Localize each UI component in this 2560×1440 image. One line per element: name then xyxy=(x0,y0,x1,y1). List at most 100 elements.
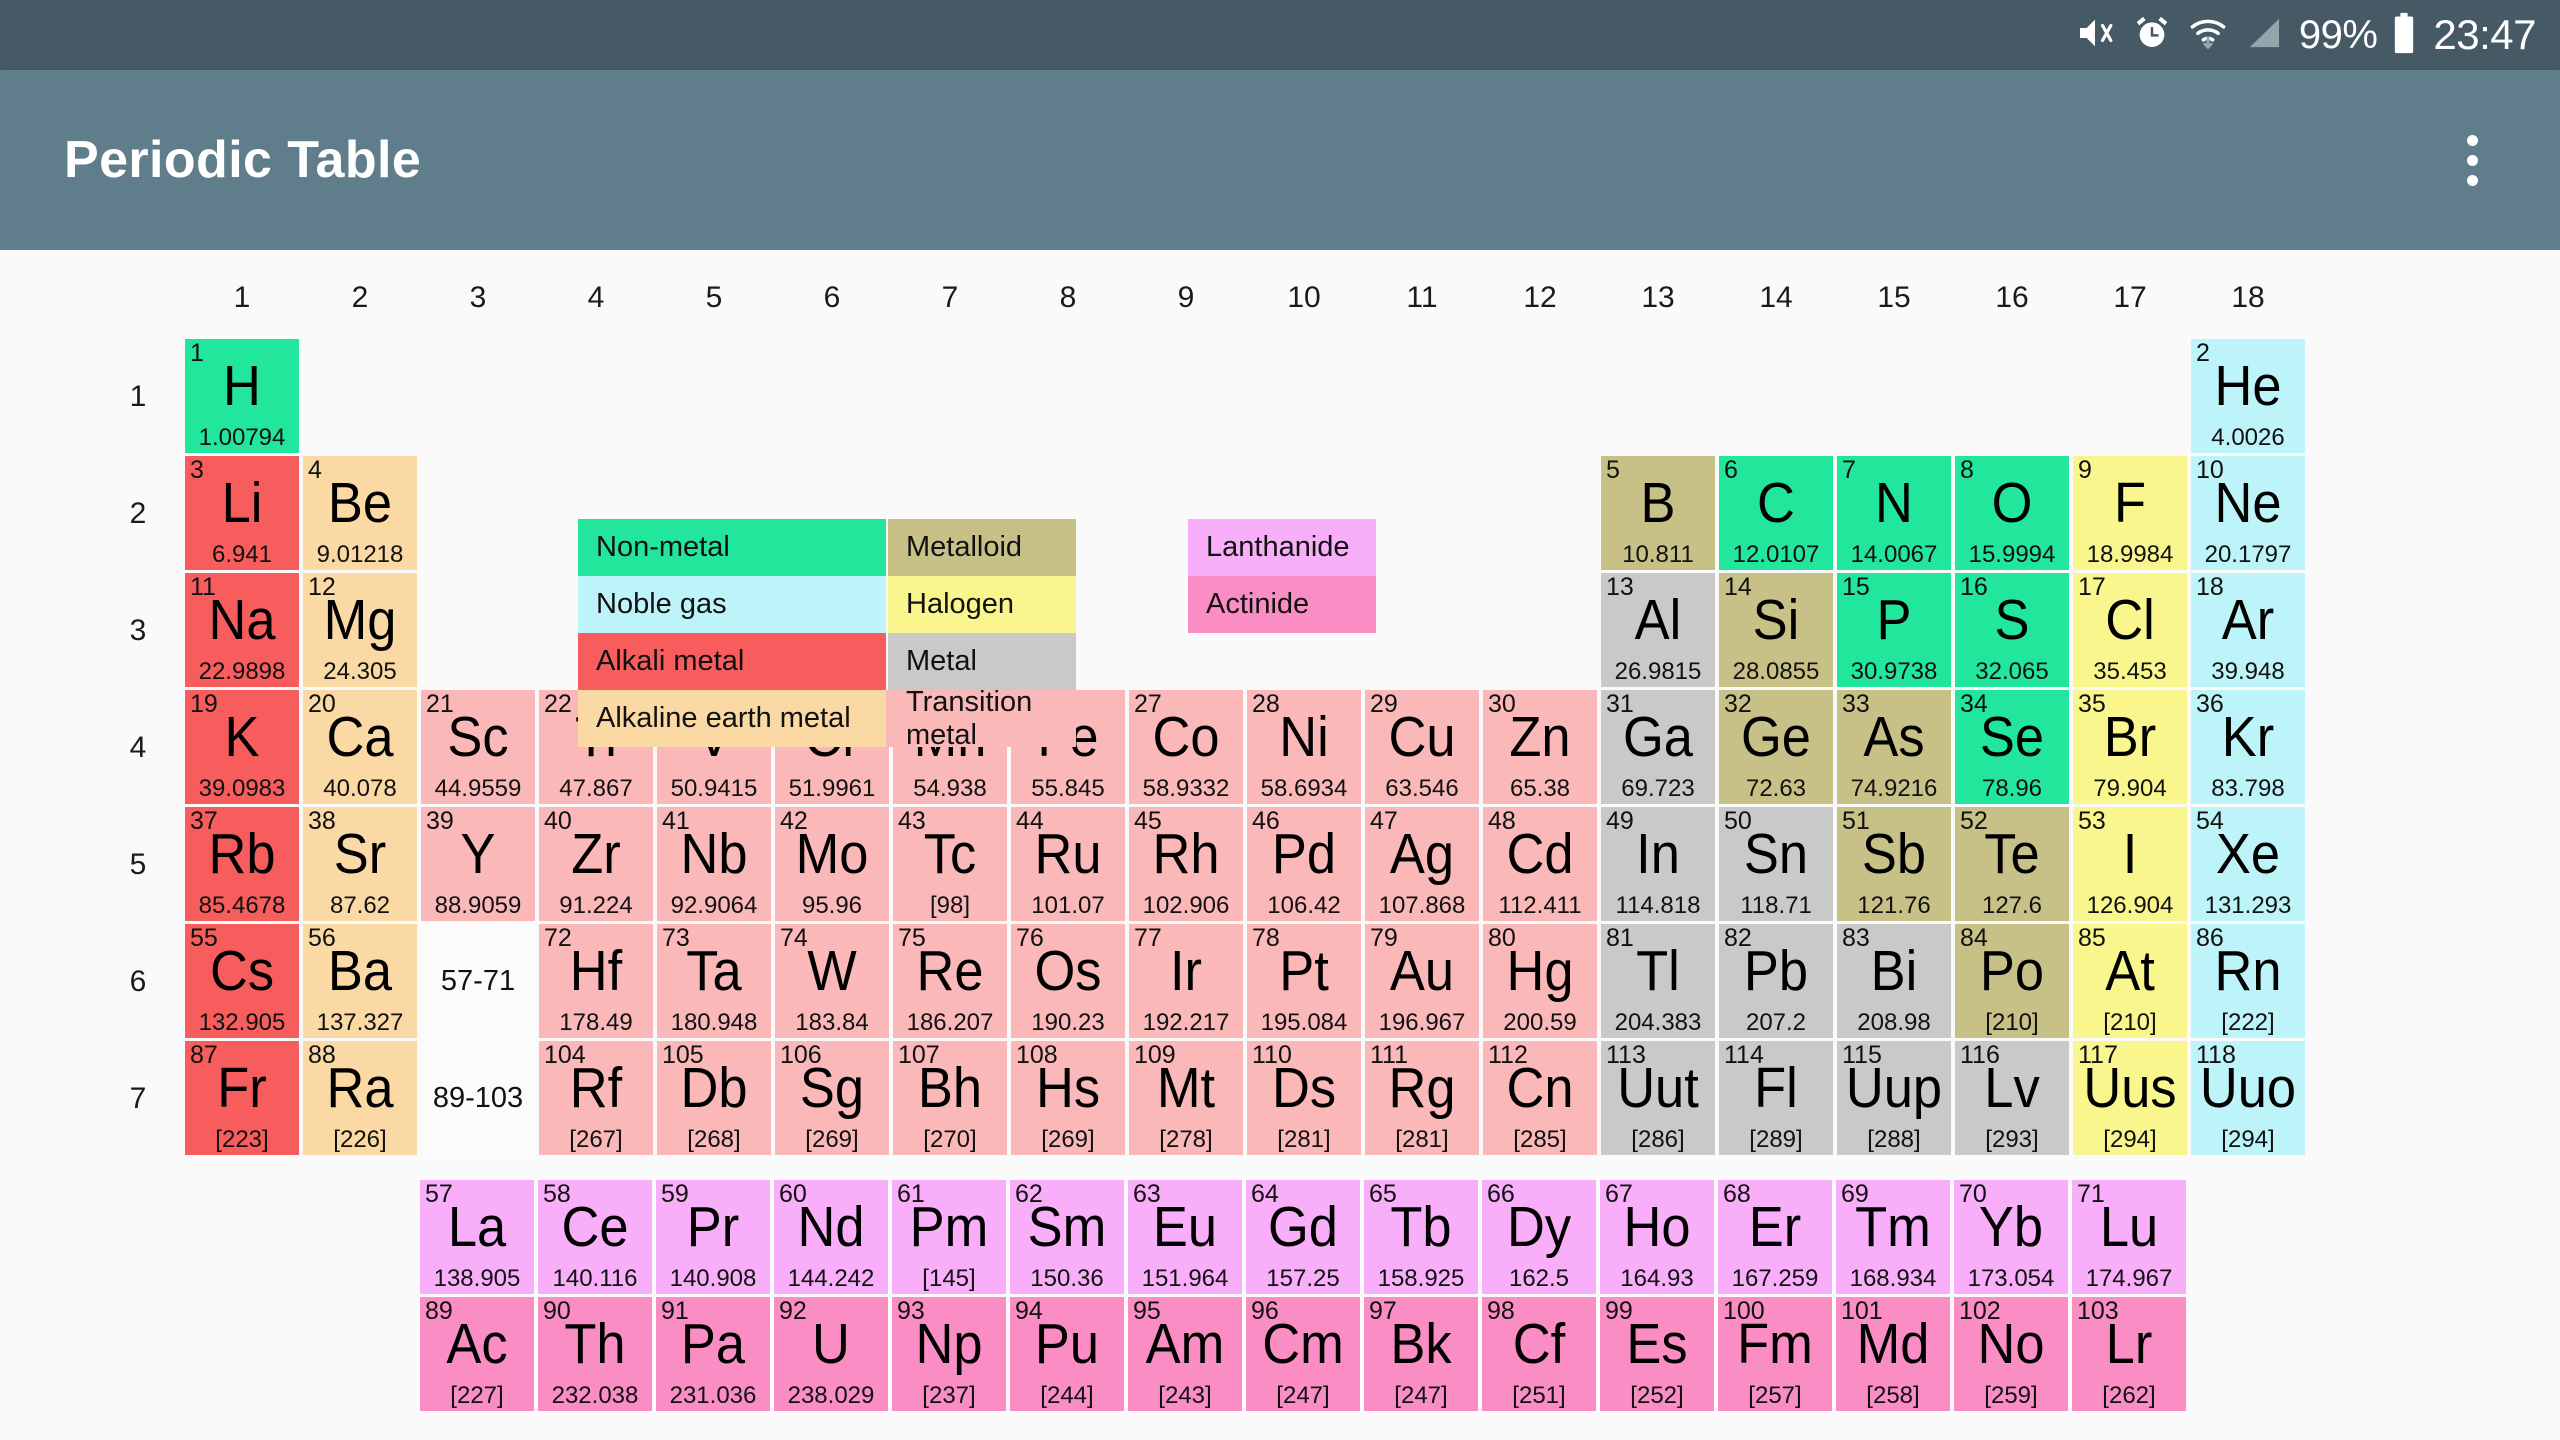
element-cell-i[interactable]: 53I126.904 xyxy=(2073,807,2187,921)
element-cell-sg[interactable]: 106Sg[269] xyxy=(775,1041,889,1155)
actinide-range-placeholder[interactable]: 89-103 xyxy=(421,1041,535,1155)
element-cell-h[interactable]: 1H1.00794 xyxy=(185,339,299,453)
element-cell-ba[interactable]: 56Ba137.327 xyxy=(303,924,417,1038)
legend-item-alkaline-earth-metal[interactable]: Alkaline earth metal xyxy=(578,690,886,747)
element-cell-lr[interactable]: 103Lr[262] xyxy=(2072,1297,2186,1411)
element-cell-pm[interactable]: 61Pm[145] xyxy=(892,1180,1006,1294)
element-cell-hg[interactable]: 80Hg200.59 xyxy=(1483,924,1597,1038)
element-cell-bh[interactable]: 107Bh[270] xyxy=(893,1041,1007,1155)
element-cell-xe[interactable]: 54Xe131.293 xyxy=(2191,807,2305,921)
element-cell-os[interactable]: 76Os190.23 xyxy=(1011,924,1125,1038)
element-cell-fm[interactable]: 100Fm[257] xyxy=(1718,1297,1832,1411)
element-cell-f[interactable]: 9F18.9984 xyxy=(2073,456,2187,570)
element-cell-uup[interactable]: 115Uup[288] xyxy=(1837,1041,1951,1155)
element-cell-ra[interactable]: 88Ra[226] xyxy=(303,1041,417,1155)
element-cell-uus[interactable]: 117Uus[294] xyxy=(2073,1041,2187,1155)
element-cell-pu[interactable]: 94Pu[244] xyxy=(1010,1297,1124,1411)
element-cell-fr[interactable]: 87Fr[223] xyxy=(185,1041,299,1155)
element-cell-lv[interactable]: 116Lv[293] xyxy=(1955,1041,2069,1155)
element-cell-k[interactable]: 19K39.0983 xyxy=(185,690,299,804)
element-cell-cs[interactable]: 55Cs132.905 xyxy=(185,924,299,1038)
element-cell-ta[interactable]: 73Ta180.948 xyxy=(657,924,771,1038)
element-cell-as[interactable]: 33As74.9216 xyxy=(1837,690,1951,804)
element-cell-rn[interactable]: 86Rn[222] xyxy=(2191,924,2305,1038)
element-cell-cm[interactable]: 96Cm[247] xyxy=(1246,1297,1360,1411)
element-cell-tb[interactable]: 65Tb158.925 xyxy=(1364,1180,1478,1294)
element-cell-au[interactable]: 79Au196.967 xyxy=(1365,924,1479,1038)
element-cell-at[interactable]: 85At[210] xyxy=(2073,924,2187,1038)
element-cell-ag[interactable]: 47Ag107.868 xyxy=(1365,807,1479,921)
element-cell-po[interactable]: 84Po[210] xyxy=(1955,924,2069,1038)
element-cell-ge[interactable]: 32Ge72.63 xyxy=(1719,690,1833,804)
legend-item-metal[interactable]: Metal xyxy=(888,633,1076,690)
element-cell-mg[interactable]: 12Mg24.305 xyxy=(303,573,417,687)
element-cell-co[interactable]: 27Co58.9332 xyxy=(1129,690,1243,804)
element-cell-ce[interactable]: 58Ce140.116 xyxy=(538,1180,652,1294)
element-cell-p[interactable]: 15P30.9738 xyxy=(1837,573,1951,687)
element-cell-cn[interactable]: 112Cn[285] xyxy=(1483,1041,1597,1155)
legend-item-transition-metal[interactable]: Transition metal xyxy=(888,690,1076,747)
element-cell-ne[interactable]: 10Ne20.1797 xyxy=(2191,456,2305,570)
element-cell-hf[interactable]: 72Hf178.49 xyxy=(539,924,653,1038)
element-cell-np[interactable]: 93Np[237] xyxy=(892,1297,1006,1411)
legend-item-metalloid[interactable]: Metalloid xyxy=(888,519,1076,576)
element-cell-he[interactable]: 2He4.0026 xyxy=(2191,339,2305,453)
element-cell-n[interactable]: 7N14.0067 xyxy=(1837,456,1951,570)
element-cell-ds[interactable]: 110Ds[281] xyxy=(1247,1041,1361,1155)
element-cell-fl[interactable]: 114Fl[289] xyxy=(1719,1041,1833,1155)
element-cell-c[interactable]: 6C12.0107 xyxy=(1719,456,1833,570)
element-cell-zr[interactable]: 40Zr91.224 xyxy=(539,807,653,921)
element-cell-ar[interactable]: 18Ar39.948 xyxy=(2191,573,2305,687)
element-cell-ru[interactable]: 44Ru101.07 xyxy=(1011,807,1125,921)
element-cell-am[interactable]: 95Am[243] xyxy=(1128,1297,1242,1411)
element-cell-in[interactable]: 49In114.818 xyxy=(1601,807,1715,921)
element-cell-y[interactable]: 39Y88.9059 xyxy=(421,807,535,921)
element-cell-nb[interactable]: 41Nb92.9064 xyxy=(657,807,771,921)
element-cell-cu[interactable]: 29Cu63.546 xyxy=(1365,690,1479,804)
legend-item-non-metal[interactable]: Non-metal xyxy=(578,519,886,576)
element-cell-dy[interactable]: 66Dy162.5 xyxy=(1482,1180,1596,1294)
element-cell-sn[interactable]: 50Sn118.71 xyxy=(1719,807,1833,921)
element-cell-ho[interactable]: 67Ho164.93 xyxy=(1600,1180,1714,1294)
element-cell-es[interactable]: 99Es[252] xyxy=(1600,1297,1714,1411)
element-cell-lu[interactable]: 71Lu174.967 xyxy=(2072,1180,2186,1294)
lanthanide-range-placeholder[interactable]: 57-71 xyxy=(421,924,535,1038)
element-cell-b[interactable]: 5B10.811 xyxy=(1601,456,1715,570)
element-cell-na[interactable]: 11Na22.9898 xyxy=(185,573,299,687)
element-cell-ca[interactable]: 20Ca40.078 xyxy=(303,690,417,804)
element-cell-kr[interactable]: 36Kr83.798 xyxy=(2191,690,2305,804)
element-cell-gd[interactable]: 64Gd157.25 xyxy=(1246,1180,1360,1294)
element-cell-rg[interactable]: 111Rg[281] xyxy=(1365,1041,1479,1155)
element-cell-db[interactable]: 105Db[268] xyxy=(657,1041,771,1155)
legend-item-actinide[interactable]: Actinide xyxy=(1188,576,1376,633)
element-cell-tc[interactable]: 43Tc[98] xyxy=(893,807,1007,921)
element-cell-sr[interactable]: 38Sr87.62 xyxy=(303,807,417,921)
element-cell-bk[interactable]: 97Bk[247] xyxy=(1364,1297,1478,1411)
element-cell-er[interactable]: 68Er167.259 xyxy=(1718,1180,1832,1294)
legend-item-lanthanide[interactable]: Lanthanide xyxy=(1188,519,1376,576)
element-cell-ac[interactable]: 89Ac[227] xyxy=(420,1297,534,1411)
element-cell-mo[interactable]: 42Mo95.96 xyxy=(775,807,889,921)
element-cell-bi[interactable]: 83Bi208.98 xyxy=(1837,924,1951,1038)
element-cell-md[interactable]: 101Md[258] xyxy=(1836,1297,1950,1411)
element-cell-ga[interactable]: 31Ga69.723 xyxy=(1601,690,1715,804)
legend-item-noble-gas[interactable]: Noble gas xyxy=(578,576,886,633)
element-cell-eu[interactable]: 63Eu151.964 xyxy=(1128,1180,1242,1294)
periodic-table-scroll-area[interactable]: 123456789101112131415161718 1234567 1H1.… xyxy=(0,250,2560,1440)
element-cell-uut[interactable]: 113Uut[286] xyxy=(1601,1041,1715,1155)
element-cell-nd[interactable]: 60Nd144.242 xyxy=(774,1180,888,1294)
element-cell-pr[interactable]: 59Pr140.908 xyxy=(656,1180,770,1294)
element-cell-no[interactable]: 102No[259] xyxy=(1954,1297,2068,1411)
element-cell-w[interactable]: 74W183.84 xyxy=(775,924,889,1038)
element-cell-pb[interactable]: 82Pb207.2 xyxy=(1719,924,1833,1038)
element-cell-cf[interactable]: 98Cf[251] xyxy=(1482,1297,1596,1411)
element-cell-be[interactable]: 4Be9.01218 xyxy=(303,456,417,570)
element-cell-uuo[interactable]: 118Uuo[294] xyxy=(2191,1041,2305,1155)
element-cell-ni[interactable]: 28Ni58.6934 xyxy=(1247,690,1361,804)
element-cell-te[interactable]: 52Te127.6 xyxy=(1955,807,2069,921)
overflow-menu-button[interactable] xyxy=(2442,105,2502,215)
element-cell-al[interactable]: 13Al26.9815 xyxy=(1601,573,1715,687)
element-cell-rh[interactable]: 45Rh102.906 xyxy=(1129,807,1243,921)
element-cell-la[interactable]: 57La138.905 xyxy=(420,1180,534,1294)
legend-item-halogen[interactable]: Halogen xyxy=(888,576,1076,633)
